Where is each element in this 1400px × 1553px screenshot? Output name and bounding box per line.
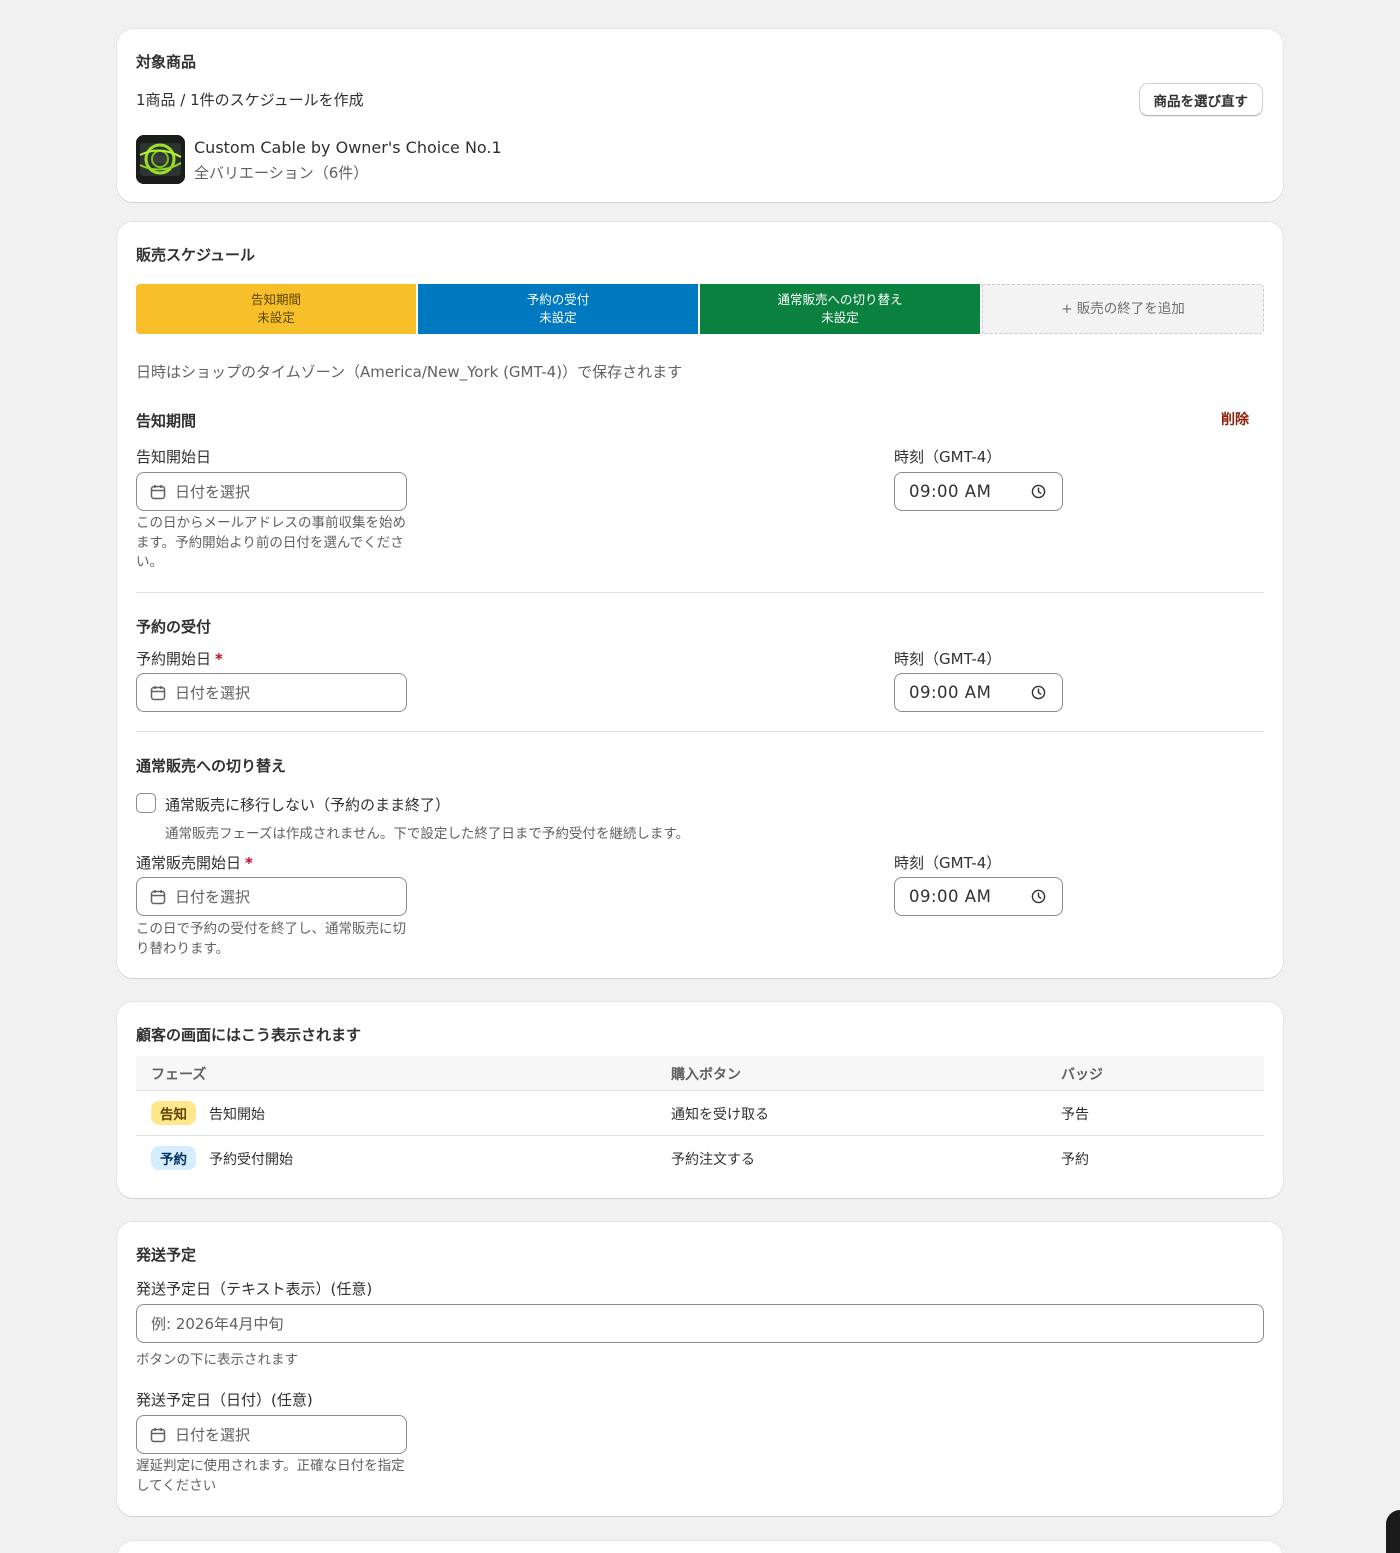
phase-timeline: 告知期間 未設定 予約の受付 未設定 通常販売への切り替え 未設定 + 販売の終…	[136, 284, 1264, 334]
preview-table-header: フェーズ 購入ボタン バッジ	[136, 1056, 1264, 1091]
announce-time-value: 09:00 AM	[909, 482, 992, 501]
window-edge	[1386, 1510, 1400, 1553]
phase-status: 未設定	[539, 310, 577, 325]
announce-date-input[interactable]: 日付を選択	[136, 472, 407, 511]
required-mark: *	[245, 854, 253, 872]
regular-time-input[interactable]: 09:00 AM	[894, 877, 1063, 916]
column-header-button: 購入ボタン	[671, 1067, 741, 1083]
timezone-note: 日時はショップのタイムゾーン（America/New_York (GMT-4)）…	[136, 363, 683, 381]
shipping-text-help: ボタンの下に表示されます	[136, 1352, 298, 1368]
preorder-date-placeholder: 日付を選択	[175, 684, 251, 702]
schedule-card: 販売スケジュール 告知期間 未設定 予約の受付 未設定 通常販売への切り替え 未…	[117, 222, 1283, 978]
phase-name: 通常販売への切り替え	[777, 292, 903, 307]
product-variants: 全バリエーション（6件）	[194, 164, 369, 182]
clock-icon	[1031, 484, 1046, 499]
shipping-text-label: 発送予定日（テキスト表示）(任意)	[136, 1280, 373, 1298]
phase-segment-preorder[interactable]: 予約の受付 未設定	[418, 284, 698, 334]
phase-status: 未設定	[257, 310, 295, 325]
shipping-date-input[interactable]: 日付を選択	[136, 1415, 407, 1454]
section-divider	[136, 592, 1264, 593]
phase-name: 予約の受付	[526, 292, 590, 307]
no-regular-sale-checkbox[interactable]	[136, 793, 156, 813]
regular-time-label: 時刻（GMT-4）	[894, 854, 1002, 872]
row-phase: 予約受付開始	[209, 1152, 293, 1168]
product-thumbnail	[136, 135, 185, 184]
shipping-card-title: 発送予定	[136, 1246, 197, 1264]
shipping-card: 発送予定 発送予定日（テキスト表示）(任意) 例: 2026年4月中旬 ボタンの…	[117, 1222, 1283, 1516]
row-phase: 告知開始	[209, 1107, 265, 1123]
calendar-icon	[150, 889, 166, 904]
product-card-title: 対象商品	[136, 53, 197, 71]
calendar-icon	[150, 484, 166, 499]
shipping-date-label: 発送予定日（日付）(任意)	[136, 1391, 313, 1409]
regular-date-placeholder: 日付を選択	[175, 888, 251, 906]
column-header-phase: フェーズ	[151, 1067, 207, 1083]
regular-date-label: 通常販売開始日	[136, 854, 242, 872]
product-card: 対象商品 1商品 / 1件のスケジュールを作成 商品を選び直す Custom C…	[117, 29, 1283, 202]
preorder-date-label-wrap: 予約開始日 *	[136, 648, 223, 669]
required-mark: *	[215, 650, 223, 668]
row-button-text: 通知を受け取る	[671, 1107, 769, 1123]
preorder-time-input[interactable]: 09:00 AM	[894, 673, 1063, 712]
add-sale-end-label: + 販売の終了を追加	[1061, 301, 1185, 317]
preorder-time-label: 時刻（GMT-4）	[894, 650, 1002, 668]
product-summary: 1商品 / 1件のスケジュールを作成	[136, 91, 364, 109]
phase-badge-preorder: 予約	[151, 1146, 196, 1170]
product-name: Custom Cable by Owner's Choice No.1	[194, 138, 502, 157]
calendar-icon	[150, 685, 166, 700]
column-header-badge: バッジ	[1061, 1067, 1103, 1083]
clock-icon	[1031, 889, 1046, 904]
next-card	[117, 1541, 1283, 1553]
table-row: 予約 予約受付開始 予約注文する 予約	[136, 1136, 1264, 1181]
regular-date-input[interactable]: 日付を選択	[136, 877, 407, 916]
regular-date-help: この日で予約の受付を終了し、通常販売に切り替わります。	[136, 921, 406, 957]
reselect-products-button[interactable]: 商品を選び直す	[1138, 83, 1263, 116]
announce-date-placeholder: 日付を選択	[175, 483, 251, 501]
phase-segment-announce[interactable]: 告知期間 未設定	[136, 284, 416, 334]
row-button-text: 予約注文する	[671, 1152, 755, 1168]
section-divider	[136, 731, 1264, 732]
preview-card-title: 顧客の画面にはこう表示されます	[136, 1026, 362, 1044]
preorder-date-label: 予約開始日	[136, 650, 212, 668]
phase-badge-announce: 告知	[151, 1101, 196, 1125]
row-badge-text: 予約	[1061, 1152, 1089, 1168]
clock-icon	[1031, 685, 1046, 700]
table-row: 告知 告知開始 通知を受け取る 予告	[136, 1091, 1264, 1136]
delete-announce-link[interactable]: 削除	[1221, 409, 1249, 429]
shipping-date-help: 遅延判定に使用されます。正確な日付を指定してください	[136, 1458, 405, 1494]
announce-heading: 告知期間	[136, 412, 197, 430]
row-badge-text: 予告	[1061, 1107, 1089, 1123]
phase-name: 告知期間	[250, 292, 301, 307]
shipping-text-input[interactable]: 例: 2026年4月中旬	[136, 1304, 1264, 1343]
preorder-heading: 予約の受付	[136, 618, 212, 636]
preorder-time-value: 09:00 AM	[909, 683, 992, 702]
shipping-date-placeholder: 日付を選択	[175, 1426, 251, 1444]
no-regular-sale-help: 通常販売フェーズは作成されません。下で設定した終了日まで予約受付を継続します。	[165, 826, 690, 842]
phase-status: 未設定	[821, 310, 859, 325]
announce-time-label: 時刻（GMT-4）	[894, 448, 1002, 466]
regular-date-label-wrap: 通常販売開始日 *	[136, 852, 253, 873]
phase-segment-regular[interactable]: 通常販売への切り替え 未設定	[700, 284, 980, 334]
announce-date-help: この日からメールアドレスの事前収集を始めます。予約開始より前の日付を選んでくださ…	[136, 515, 406, 570]
add-sale-end-button[interactable]: + 販売の終了を追加	[982, 284, 1264, 334]
shipping-text-placeholder: 例: 2026年4月中旬	[151, 1315, 284, 1333]
schedule-card-title: 販売スケジュール	[136, 246, 255, 264]
calendar-icon	[150, 1427, 166, 1442]
regular-time-value: 09:00 AM	[909, 887, 992, 906]
announce-date-label: 告知開始日	[136, 448, 212, 466]
no-regular-sale-label[interactable]: 通常販売に移行しない（予約のまま終了）	[165, 794, 450, 815]
announce-time-input[interactable]: 09:00 AM	[894, 472, 1063, 511]
regular-heading: 通常販売への切り替え	[136, 757, 287, 775]
customer-preview-card: 顧客の画面にはこう表示されます フェーズ 購入ボタン バッジ 告知 告知開始 通…	[117, 1002, 1283, 1198]
preorder-date-input[interactable]: 日付を選択	[136, 673, 407, 712]
